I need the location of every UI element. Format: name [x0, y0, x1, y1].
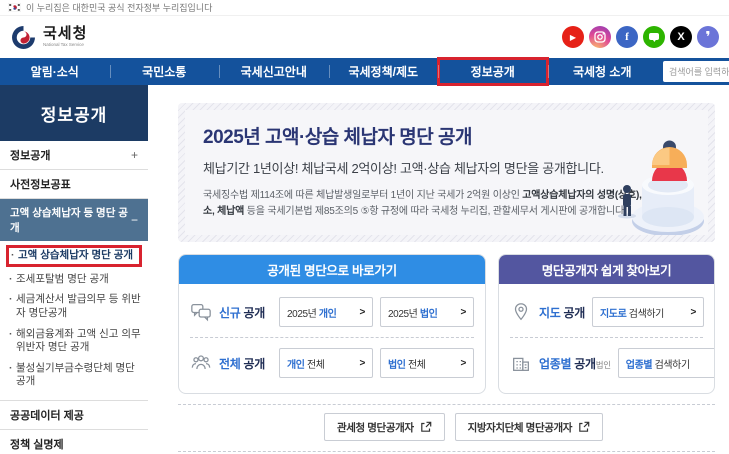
- quick-link-panel: 공개된 명단으로 바로가기 신규 공개 2025년 개인 >: [178, 254, 486, 394]
- dashed-divider: [178, 451, 715, 452]
- sidebar-item-delinquent-list[interactable]: 고액 상습체납자 등 명단 공개 −: [0, 199, 148, 241]
- dashed-divider: [190, 337, 474, 338]
- facebook-icon[interactable]: f: [616, 26, 638, 48]
- map-disclosure-row: 지도 공개 지도로 검색하기 >: [510, 292, 703, 332]
- nav-item-info-disclosure[interactable]: 정보공개: [438, 58, 548, 85]
- building-icon: [510, 352, 532, 374]
- nav-item-tax-policy[interactable]: 국세정책/제도: [329, 58, 439, 85]
- sns-quote-icon[interactable]: ❜: [697, 26, 719, 48]
- logo-subtitle: National Tax Service: [43, 43, 87, 48]
- sidebar: 정보공개 정보공개 + 사전정보공표 고액 상습체납자 등 명단 공개 − 고액…: [0, 85, 148, 454]
- people-group-icon: [190, 352, 212, 374]
- search-by-industry-button[interactable]: 업종별 검색하기 >: [618, 348, 715, 378]
- korea-flag-icon: [8, 3, 21, 12]
- sidebar-item-info-disclosure[interactable]: 정보공개 +: [0, 141, 148, 170]
- instagram-icon[interactable]: [589, 26, 611, 48]
- sidebar-title: 정보공개: [0, 85, 148, 141]
- gov-banner: 이 누리집은 대한민국 공식 전자정부 누리집입니다: [0, 0, 729, 16]
- submenu-item-foreign-account-violators[interactable]: 해외금융계좌 고액 신고 의무 위반자 명단 공개: [8, 328, 142, 355]
- submenu-item-donation-orgs[interactable]: 불성실기부금수령단체 명단 공개: [8, 362, 142, 389]
- chevron-right-icon: >: [691, 307, 696, 318]
- nav-item-communication[interactable]: 국민소통: [110, 58, 220, 85]
- sidebar-item-policy-real-name[interactable]: 정책 실명제: [0, 430, 148, 454]
- easy-find-panel: 명단공개자 쉽게 찾아보기 지도 공개 지도로 검색하기 >: [498, 254, 715, 394]
- chevron-right-icon: >: [360, 358, 365, 369]
- easy-find-panel-title: 명단공개자 쉽게 찾아보기: [499, 255, 714, 284]
- speech-bubbles-icon: [190, 301, 212, 323]
- external-link-icon: [578, 421, 590, 433]
- x-icon[interactable]: X: [670, 26, 692, 48]
- logo-title: 국세청: [43, 26, 87, 41]
- chevron-right-icon: >: [360, 307, 365, 318]
- quick-link-panel-title: 공개된 명단으로 바로가기: [179, 255, 485, 284]
- main-nav: 알림·소식 국민소통 국세신고안내 국세정책/제도 정보공개 국세청 소개: [0, 58, 729, 85]
- main-content: 2025년 고액·상습 체납자 명단 공개 체납기간 1년이상! 체납국세 2억…: [148, 85, 729, 454]
- site-header: 국세청 National Tax Service ▶ f X ❜: [0, 16, 729, 58]
- external-link-icon: [420, 421, 432, 433]
- siren-illustration: [608, 113, 706, 235]
- local-gov-disclosure-button[interactable]: 지방자치단체 명단공개자: [455, 413, 603, 441]
- search-input[interactable]: [663, 61, 729, 82]
- search-by-map-button[interactable]: 지도로 검색하기 >: [592, 297, 704, 327]
- plus-icon[interactable]: +: [131, 148, 138, 162]
- nav-item-tax-filing-guide[interactable]: 국세신고안내: [219, 58, 329, 85]
- industry-disclosure-row: 업종별 공개법인 업종별 검색하기 >: [510, 343, 703, 383]
- gov-banner-text: 이 누리집은 대한민국 공식 전자정부 누리집입니다: [26, 1, 212, 14]
- sidebar-item-pre-info[interactable]: 사전정보공표: [0, 170, 148, 199]
- chevron-right-icon: >: [461, 358, 466, 369]
- hero-banner: 2025년 고액·상습 체납자 명단 공개 체납기간 1년이상! 체납국세 2억…: [178, 103, 715, 242]
- naver-blog-icon[interactable]: [643, 26, 665, 48]
- dashed-divider: [510, 337, 703, 338]
- new-disclosure-row: 신규 공개 2025년 개인 > 2025년 법인 >: [190, 292, 474, 332]
- submenu-item-tax-evaders[interactable]: 조세포탈범 명단 공개: [8, 273, 142, 287]
- youtube-icon[interactable]: ▶: [562, 26, 584, 48]
- nts-logo[interactable]: 국세청 National Tax Service: [10, 24, 87, 51]
- social-links: ▶ f X ❜: [562, 26, 719, 48]
- chevron-right-icon: >: [461, 307, 466, 318]
- link-2025-individual[interactable]: 2025년 개인 >: [279, 297, 373, 327]
- customs-disclosure-button[interactable]: 관세청 명단공개자: [324, 413, 445, 441]
- link-corporate-all[interactable]: 법인 전체 >: [380, 348, 474, 378]
- sidebar-submenu: 고액 상습체납자 명단 공개 조세포탈범 명단 공개 세금계산서 발급의무 등 …: [0, 241, 148, 401]
- nav-item-about-nts[interactable]: 국세청 소개: [548, 58, 658, 85]
- external-links-row: 관세청 명단공개자 지방자치단체 명단공개자: [178, 413, 715, 441]
- submenu-item-invoice-violators[interactable]: 세금계산서 발급의무 등 위반자 명단공개: [8, 293, 142, 320]
- all-disclosure-row: 전체 공개 개인 전체 > 법인 전체 >: [190, 343, 474, 383]
- nts-logo-icon: [10, 24, 37, 51]
- sidebar-item-public-data[interactable]: 공공데이터 제공: [0, 401, 148, 430]
- link-2025-corporate[interactable]: 2025년 법인 >: [380, 297, 474, 327]
- submenu-item-habitual-delinquents[interactable]: 고액 상습체납자 명단 공개: [10, 249, 138, 263]
- link-individual-all[interactable]: 개인 전체 >: [279, 348, 373, 378]
- hero-description: 국세징수법 제114조에 따른 체납발생일로부터 1년이 지난 국세가 2억원 …: [203, 188, 655, 219]
- minus-icon[interactable]: −: [131, 213, 138, 227]
- map-pin-icon: [510, 301, 532, 323]
- nav-item-news[interactable]: 알림·소식: [0, 58, 110, 85]
- dashed-divider: [178, 404, 715, 405]
